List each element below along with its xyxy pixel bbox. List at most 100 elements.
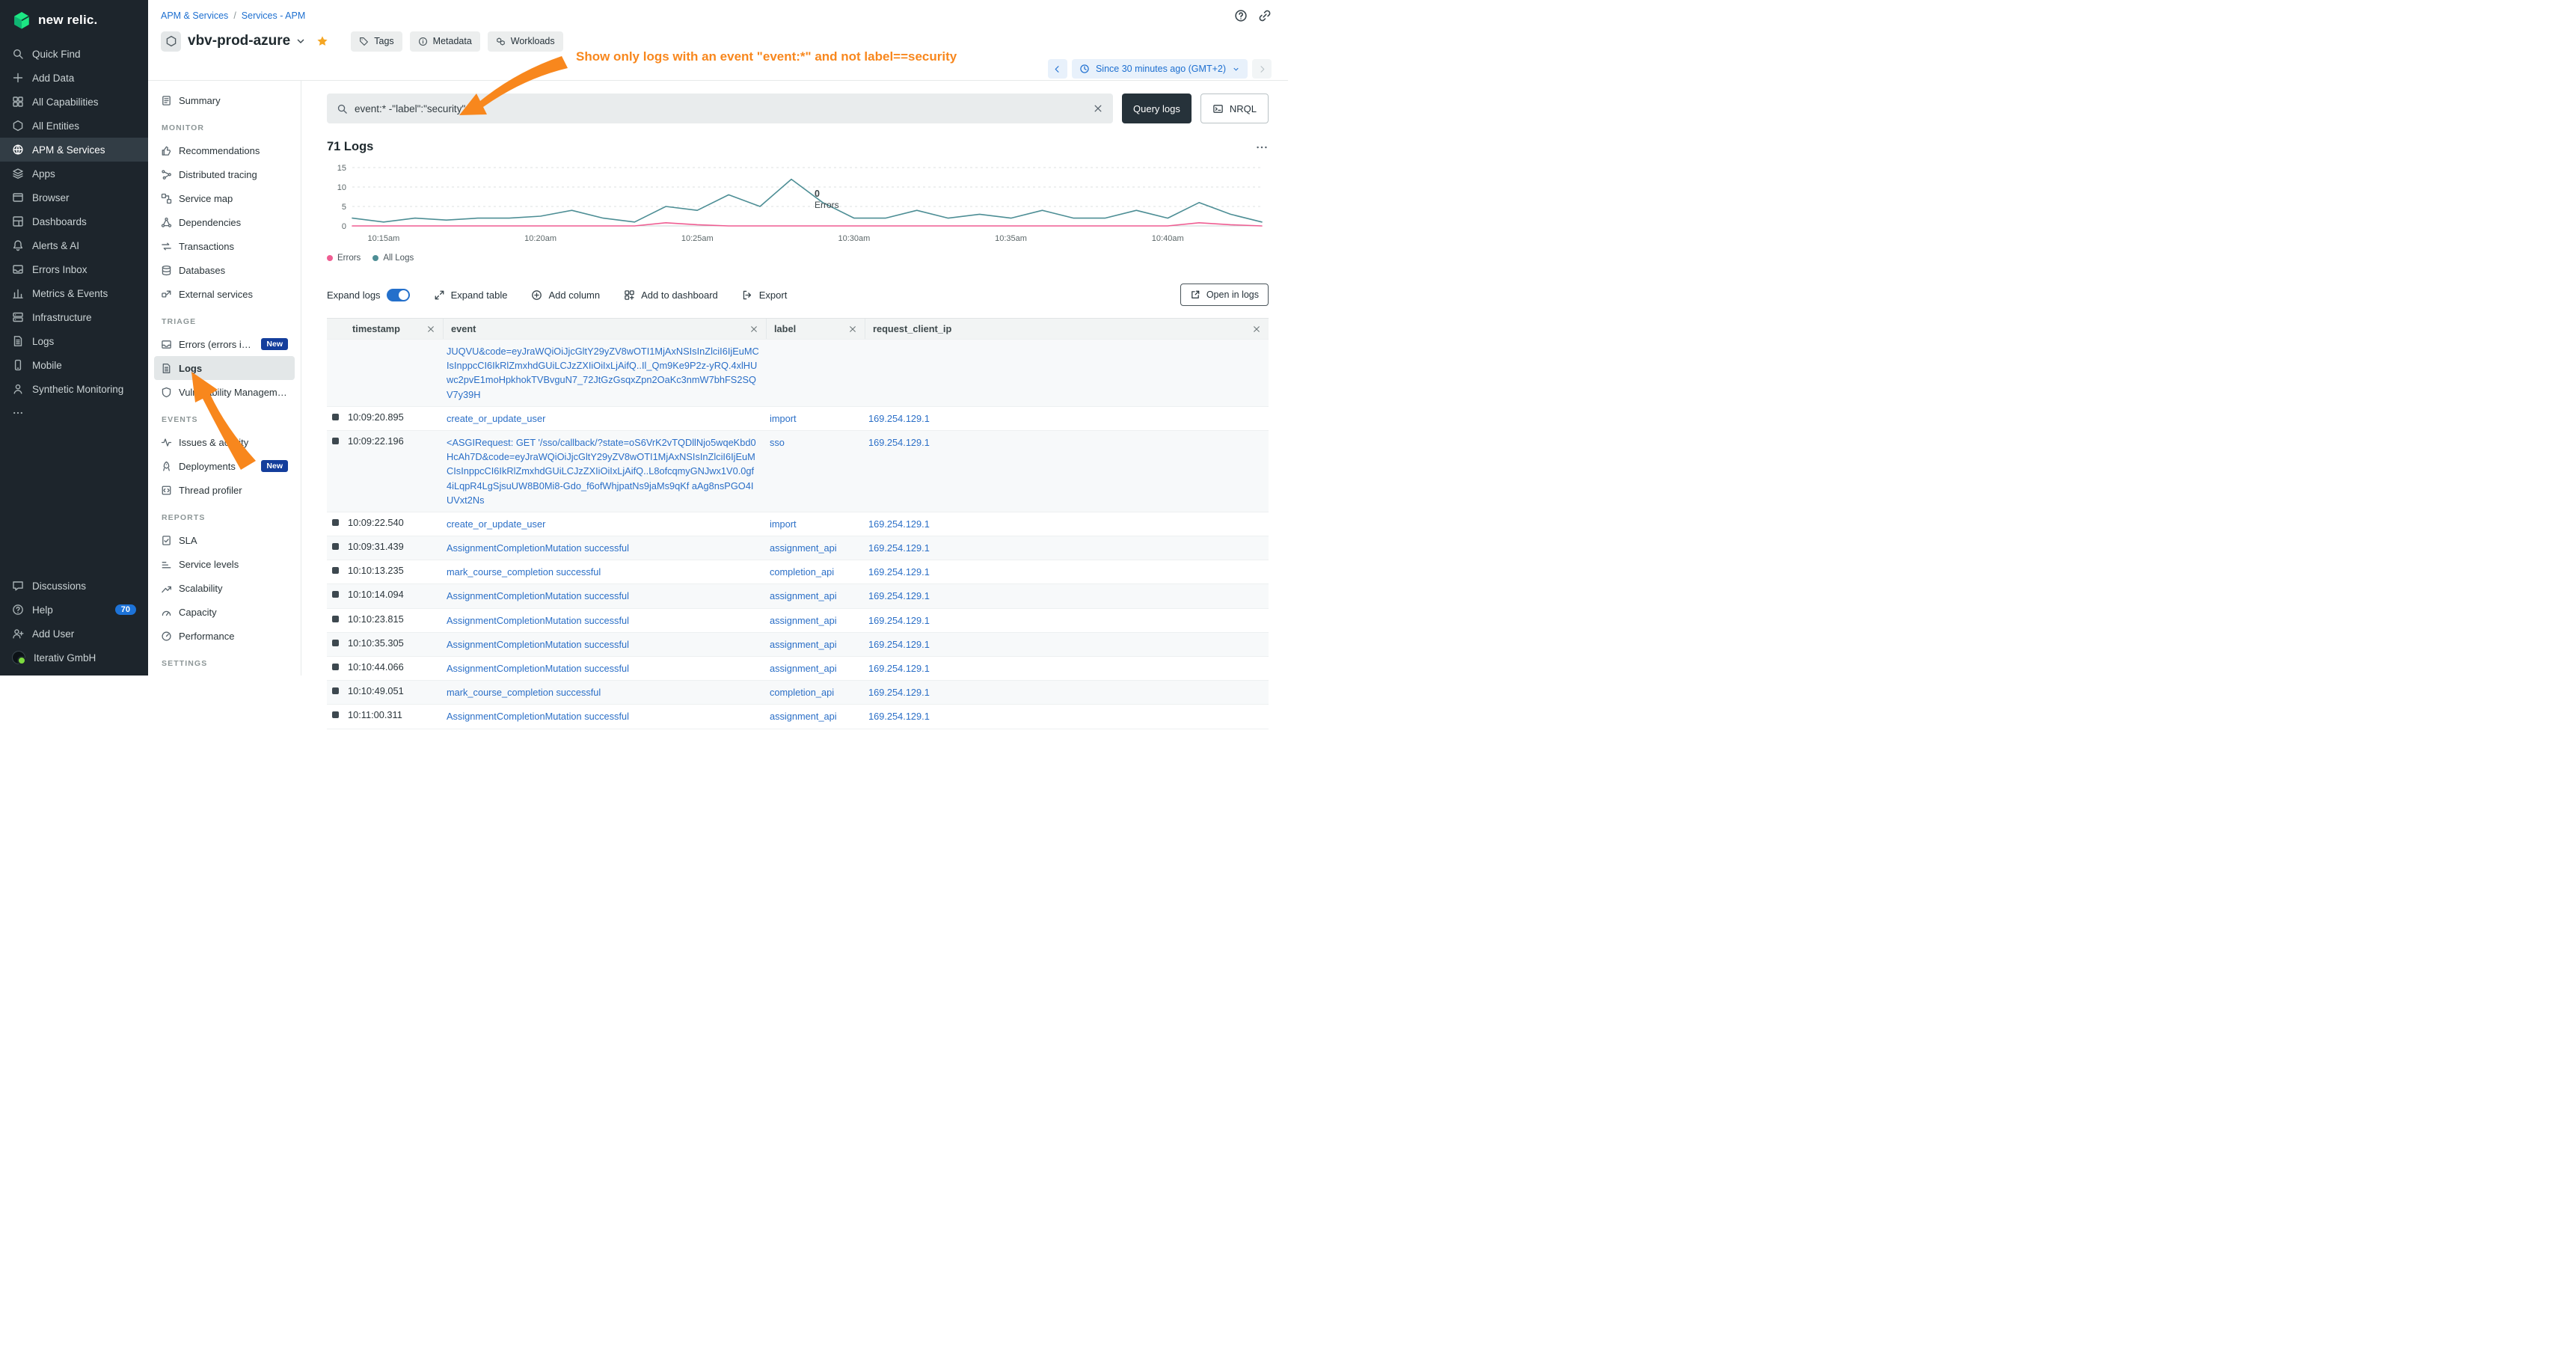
subnav-item-vulnerability-management[interactable]: Vulnerability Management — [154, 380, 295, 404]
subnav-item-scalability[interactable]: Scalability — [154, 576, 295, 600]
time-picker[interactable]: Since 30 minutes ago (GMT+2) — [1072, 59, 1248, 79]
help-button[interactable] — [1234, 9, 1248, 22]
sidebar-item-alerts-ai[interactable]: Alerts & AI — [0, 233, 148, 257]
sidebar-item-apm-services[interactable]: APM & Services — [0, 138, 148, 162]
log-event-link[interactable]: AssignmentCompletionMutation successful — [447, 661, 629, 676]
row-marker[interactable] — [332, 438, 339, 444]
log-row[interactable]: 10:09:31.439AssignmentCompletionMutation… — [327, 536, 1269, 560]
sidebar-item-metrics-events[interactable]: Metrics & Events — [0, 281, 148, 305]
expand-table-button[interactable]: Expand table — [434, 290, 508, 301]
sidebar-item-synthetic-monitoring[interactable]: Synthetic Monitoring — [0, 377, 148, 401]
column-header-request-client-ip[interactable]: request_client_ip — [865, 319, 1269, 339]
log-label-link[interactable]: import — [770, 411, 797, 426]
column-header-label[interactable]: label — [767, 319, 865, 339]
subnav-item-databases[interactable]: Databases — [154, 258, 295, 282]
sidebar-item-infrastructure[interactable]: Infrastructure — [0, 305, 148, 329]
log-ip-link[interactable]: 169.254.129.1 — [868, 541, 930, 555]
log-event-link[interactable]: mark_course_completion successful — [447, 685, 601, 699]
row-marker[interactable] — [332, 519, 339, 526]
new-relic-logo[interactable]: new relic. — [0, 0, 148, 42]
log-label-link[interactable]: completion_api — [770, 685, 834, 699]
legend-all-logs[interactable]: All Logs — [372, 254, 414, 263]
query-logs-button[interactable]: Query logs — [1122, 94, 1192, 123]
sidebar-footer-add-user[interactable]: Add User — [0, 622, 148, 646]
tags-button[interactable]: Tags — [351, 31, 402, 52]
nrql-button[interactable]: NRQL — [1200, 94, 1269, 123]
row-marker[interactable] — [332, 711, 339, 718]
log-label-link[interactable]: assignment_api — [770, 637, 837, 652]
sidebar-item-quick-find[interactable]: Quick Find — [0, 42, 148, 66]
log-event-link[interactable]: mark_course_completion successful — [447, 565, 601, 579]
subnav-item-recommendations[interactable]: Recommendations — [154, 138, 295, 162]
sidebar-item-browser[interactable]: Browser — [0, 186, 148, 209]
row-marker[interactable] — [332, 591, 339, 598]
log-ip-link[interactable]: 169.254.129.1 — [868, 613, 930, 628]
log-event-link[interactable]: AssignmentCompletionMutation successful — [447, 589, 629, 603]
export-button[interactable]: Export — [742, 290, 788, 301]
log-row[interactable]: 10:10:23.815AssignmentCompletionMutation… — [327, 609, 1269, 633]
time-forward-button[interactable] — [1252, 59, 1272, 79]
log-event-link[interactable]: JUQVU&code=eyJraWQiOiJjcGltY29yZV8wOTI1M… — [447, 344, 759, 402]
log-event-link[interactable]: AssignmentCompletionMutation successful — [447, 709, 629, 723]
chart-menu-icon[interactable] — [1255, 141, 1269, 154]
log-row[interactable]: 10:09:22.196<ASGIRequest: GET '/sso/call… — [327, 431, 1269, 512]
row-marker[interactable] — [332, 543, 339, 550]
log-ip-link[interactable]: 169.254.129.1 — [868, 637, 930, 652]
log-event-link[interactable]: AssignmentCompletionMutation successful — [447, 637, 629, 652]
sidebar-item-all-capabilities[interactable]: All Capabilities — [0, 90, 148, 114]
row-marker[interactable] — [332, 664, 339, 670]
log-row[interactable]: 10:11:00.311AssignmentCompletionMutation… — [327, 705, 1269, 729]
row-marker[interactable] — [332, 414, 339, 420]
subnav-item-sla[interactable]: SLA — [154, 528, 295, 552]
log-row[interactable]: 10:10:13.235mark_course_completion succe… — [327, 560, 1269, 584]
entity-title[interactable]: vbv-prod-azure — [188, 33, 290, 49]
breadcrumb-link[interactable]: Services - APM — [242, 10, 305, 21]
subnav-item-errors-errors-inb[interactable]: Errors (errors inb...New — [154, 332, 295, 356]
log-ip-link[interactable]: 169.254.129.1 — [868, 517, 930, 531]
copy-link-button[interactable] — [1258, 9, 1272, 22]
log-label-link[interactable]: import — [770, 517, 797, 531]
sidebar-item-all-entities[interactable]: All Entities — [0, 114, 148, 138]
log-event-link[interactable]: AssignmentCompletionMutation successful — [447, 613, 629, 628]
log-label-link[interactable]: assignment_api — [770, 661, 837, 676]
sidebar-item-add-data[interactable]: Add Data — [0, 66, 148, 90]
add-column-button[interactable]: Add column — [531, 290, 600, 301]
log-row[interactable]: 10:10:35.305AssignmentCompletionMutation… — [327, 633, 1269, 657]
sidebar-item-more[interactable] — [0, 401, 148, 425]
legend-errors[interactable]: Errors — [327, 254, 361, 263]
log-ip-link[interactable]: 169.254.129.1 — [868, 589, 930, 603]
subnav-item-capacity[interactable]: Capacity — [154, 600, 295, 624]
log-ip-link[interactable]: 169.254.129.1 — [868, 411, 930, 426]
log-ip-link[interactable]: 169.254.129.1 — [868, 435, 930, 450]
log-event-link[interactable]: <ASGIRequest: GET '/sso/callback/?state=… — [447, 435, 759, 507]
log-label-link[interactable]: assignment_api — [770, 613, 837, 628]
sidebar-item-logs[interactable]: Logs — [0, 329, 148, 353]
log-query-box[interactable] — [327, 94, 1113, 123]
log-row[interactable]: 10:09:22.540create_or_update_userimport1… — [327, 512, 1269, 536]
log-row[interactable]: 10:10:44.066AssignmentCompletionMutation… — [327, 657, 1269, 681]
sidebar-item-apps[interactable]: Apps — [0, 162, 148, 186]
subnav-item-distributed-tracing[interactable]: Distributed tracing — [154, 162, 295, 186]
log-query-input[interactable] — [355, 103, 1086, 114]
expand-logs-control[interactable]: Expand logs — [327, 289, 410, 301]
subnav-item-issues-activity[interactable]: Issues & activity — [154, 430, 295, 454]
sidebar-item-errors-inbox[interactable]: Errors Inbox — [0, 257, 148, 281]
favorite-star-icon[interactable] — [316, 35, 328, 47]
row-marker[interactable] — [332, 640, 339, 646]
log-ip-link[interactable]: 169.254.129.1 — [868, 685, 930, 699]
subnav-item-logs[interactable]: Logs — [154, 356, 295, 380]
sidebar-item-dashboards[interactable]: Dashboards — [0, 209, 148, 233]
open-in-logs-button[interactable]: Open in logs — [1180, 284, 1269, 306]
expand-logs-toggle[interactable] — [387, 289, 410, 301]
sidebar-footer-help[interactable]: Help70 — [0, 598, 148, 622]
log-label-link[interactable]: assignment_api — [770, 541, 837, 555]
log-label-link[interactable]: assignment_api — [770, 589, 837, 603]
subnav-item-deployments[interactable]: DeploymentsNew — [154, 454, 295, 478]
log-label-link[interactable]: sso — [770, 435, 785, 450]
row-marker[interactable] — [332, 687, 339, 694]
subnav-item-transactions[interactable]: Transactions — [154, 234, 295, 258]
row-marker[interactable] — [332, 567, 339, 574]
log-event-link[interactable]: AssignmentCompletionMutation successful — [447, 541, 629, 555]
metadata-button[interactable]: Metadata — [410, 31, 480, 52]
log-label-link[interactable]: completion_api — [770, 565, 834, 579]
